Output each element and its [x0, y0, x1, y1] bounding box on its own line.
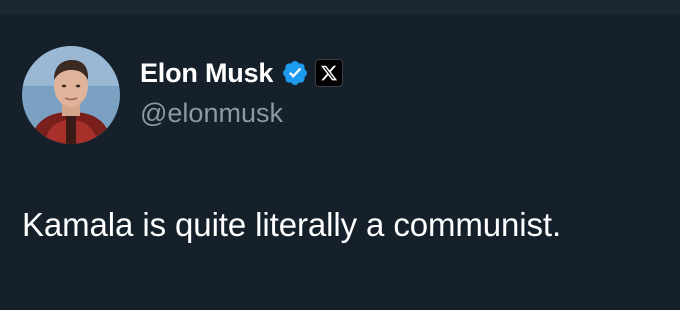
avatar[interactable] — [22, 46, 120, 144]
author-handle[interactable]: @elonmusk — [140, 98, 283, 129]
tweet-card[interactable]: Elon Musk @elonmusk Kamala is quite lite… — [0, 14, 680, 310]
author-name-row: Elon Musk — [140, 56, 344, 90]
avatar-image — [22, 46, 120, 144]
tweet-text: Kamala is quite literally a communist. — [22, 206, 562, 243]
top-divider-strip — [0, 0, 680, 14]
author-display-name[interactable]: Elon Musk — [140, 58, 273, 89]
x-logo-icon[interactable] — [315, 59, 344, 87]
verified-badge-icon[interactable] — [281, 59, 309, 87]
